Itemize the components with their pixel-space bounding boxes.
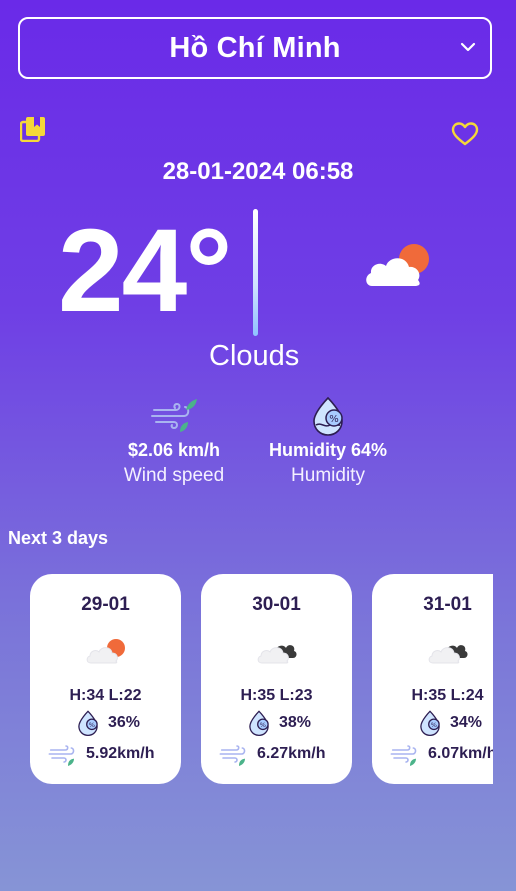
forecast-high-low: H:35 L:23 — [240, 687, 313, 704]
chevron-down-icon — [460, 42, 476, 52]
forecast-wind-value: 5.92km/h — [86, 745, 155, 762]
wind-icon — [390, 745, 417, 766]
forecast-humidity-value: 36% — [108, 714, 141, 731]
cloud-sun-icon — [366, 244, 429, 286]
humidity-icon: % — [420, 710, 440, 736]
wind-speed-value: $2.06 km/h — [127, 440, 221, 460]
forecast-high-low: H:35 L:24 — [411, 687, 484, 704]
humidity-stat: % Humidity 64% Humidity — [238, 396, 418, 487]
forecast-date: 30-01 — [252, 594, 301, 615]
forecast-wind: 5.92km/h — [48, 740, 154, 768]
wind-icon — [48, 745, 75, 766]
temperature-divider — [253, 209, 258, 336]
wind-stat: $2.06 km/h Wind speed — [84, 396, 264, 487]
forecast-humidity-value: 38% — [279, 714, 312, 731]
forecast-card[interactable]: 29-01 H:34 L:22 % 36% 5.92km/h — [30, 574, 181, 784]
city-dropdown[interactable]: Hồ Chí Minh — [18, 17, 492, 79]
humidity-label: Humidity — [291, 465, 365, 486]
wind-icon — [219, 745, 246, 766]
humidity-icon: % — [78, 710, 98, 736]
forecast-date: 31-01 — [423, 594, 472, 615]
favorite-heart-icon[interactable] — [451, 121, 479, 147]
humidity-icon: % — [313, 396, 343, 436]
wind-icon — [151, 399, 197, 432]
svg-text:%: % — [89, 721, 95, 729]
forecast-wind: 6.07km/h — [390, 740, 493, 768]
svg-text:%: % — [329, 414, 339, 425]
forecast-humidity: % 36% — [74, 710, 140, 736]
wind-speed-label: Wind speed — [123, 465, 225, 486]
forecast-humidity: % 34% — [416, 710, 482, 736]
forecast-humidity: % 38% — [245, 710, 311, 736]
current-datetime: 28-01-2024 06:58 — [162, 158, 354, 185]
cloud-dark-icon — [257, 645, 297, 664]
saved-locations-icon[interactable] — [20, 116, 46, 142]
city-name: Hồ Chí Minh — [169, 31, 341, 64]
weather-condition: Clouds — [209, 340, 300, 372]
forecast-wind-value: 6.07km/h — [428, 745, 493, 762]
forecast-title: Next 3 days — [8, 528, 109, 548]
cloud-sun-icon — [86, 639, 125, 664]
forecast-high-low: H:34 L:22 — [69, 687, 142, 704]
current-temperature: 24° — [58, 205, 232, 337]
svg-text:%: % — [431, 721, 437, 729]
forecast-humidity-value: 34% — [450, 714, 483, 731]
forecast-date: 29-01 — [81, 594, 130, 615]
forecast-wind: 6.27km/h — [219, 740, 325, 768]
humidity-icon: % — [249, 710, 269, 736]
svg-text:%: % — [260, 721, 266, 729]
forecast-card[interactable]: 30-01 H:35 L:23 % 38% 6.27km/h — [201, 574, 352, 784]
cloud-dark-icon — [428, 645, 468, 664]
forecast-wind-value: 6.27km/h — [257, 745, 326, 762]
forecast-card[interactable]: 31-01 H:35 L:24 % 34% 6.07km/h — [372, 574, 493, 784]
humidity-value: Humidity 64% — [268, 440, 388, 460]
forecast-list[interactable]: 29-01 H:34 L:22 % 36% 5.92km/h 30-01 H:3… — [30, 574, 493, 786]
